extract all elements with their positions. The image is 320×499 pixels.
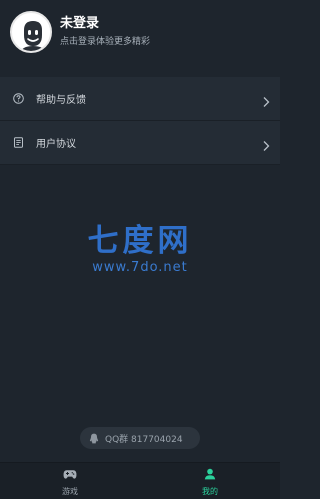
gamepad-icon (63, 465, 77, 484)
chevron-right-icon (262, 137, 270, 151)
avatar[interactable] (10, 11, 52, 53)
profile-name[interactable]: 未登录 (60, 16, 150, 32)
menu-item-label: 用户协议 (36, 139, 76, 150)
document-icon (12, 137, 24, 149)
watermark-url: www.7do.net (92, 260, 188, 275)
help-circle-icon (12, 93, 24, 105)
watermark-logo: 七度网 (87, 223, 193, 259)
chevron-right-icon (262, 93, 270, 107)
profile-subtitle: 点击登录体验更多精彩 (60, 37, 151, 47)
tab-label: 我的 (202, 487, 218, 496)
qq-group-badge[interactable]: QQ群 817704024 (80, 427, 200, 449)
avatar-face-icon (14, 15, 50, 51)
menu-item-user-agreement[interactable]: 用户协议 (0, 121, 280, 165)
tab-games[interactable]: 游戏 (0, 463, 140, 499)
tab-label: 游戏 (62, 487, 78, 496)
watermark: 七度网 www.7do.net (0, 222, 280, 276)
tab-mine[interactable]: 我的 (140, 463, 280, 499)
settings-menu: 帮助与反馈 用户协议 (0, 77, 280, 165)
bottom-tab-bar: 游戏 我的 (0, 462, 280, 499)
qq-group-text: QQ群 817704024 (105, 434, 183, 445)
menu-item-help-feedback[interactable]: 帮助与反馈 (0, 77, 280, 121)
user-icon (204, 465, 216, 484)
qq-penguin-icon (89, 429, 99, 448)
profile-header[interactable]: 未登录 点击登录体验更多精彩 (0, 0, 280, 64)
menu-item-label: 帮助与反馈 (36, 95, 86, 106)
